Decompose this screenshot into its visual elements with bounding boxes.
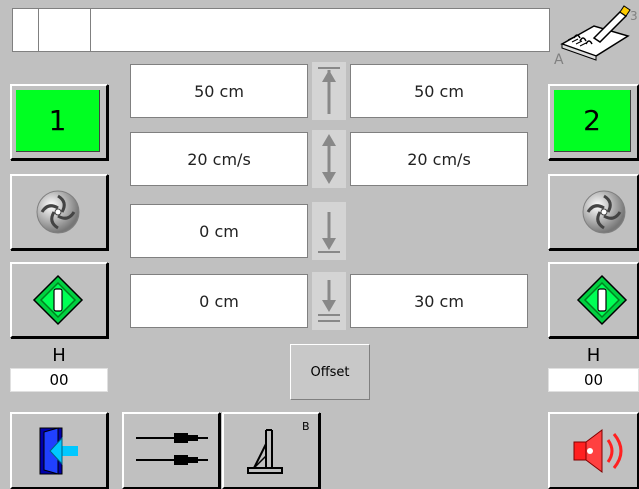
field-row4-left[interactable]: 0 cm bbox=[130, 274, 308, 328]
title-cell-2 bbox=[39, 9, 91, 51]
cables-button[interactable] bbox=[122, 412, 220, 489]
field-row2-left[interactable]: 20 cm/s bbox=[130, 132, 308, 186]
arrow-to-top-icon bbox=[312, 62, 346, 120]
channel-1-label: 1 bbox=[48, 104, 67, 137]
diamond-start-icon bbox=[32, 274, 84, 326]
offset-button[interactable]: Offset bbox=[290, 344, 370, 400]
h-label-left: H bbox=[52, 345, 66, 366]
field-row4-right[interactable]: 30 cm bbox=[350, 274, 528, 328]
title-bar bbox=[12, 8, 550, 52]
field-row1-left[interactable]: 50 cm bbox=[130, 64, 308, 118]
diamond-start-icon bbox=[576, 274, 628, 326]
field-row3-left[interactable]: 0 cm bbox=[130, 204, 308, 258]
spiral-disc-icon bbox=[34, 188, 82, 236]
stand-button[interactable]: B bbox=[222, 412, 320, 489]
start-button-left[interactable] bbox=[10, 262, 108, 338]
field-row1-right[interactable]: 50 cm bbox=[350, 64, 528, 118]
cable-connectors-icon bbox=[134, 430, 210, 470]
spiral-disc-icon bbox=[580, 188, 628, 236]
title-cell-1 bbox=[13, 9, 39, 51]
svg-text:3: 3 bbox=[630, 9, 638, 23]
speaker-alarm-icon bbox=[568, 424, 628, 478]
notepad-pen-icon[interactable]: A 3 bbox=[554, 4, 638, 66]
h-label-right: H bbox=[586, 345, 601, 366]
arrow-both-icon bbox=[312, 130, 346, 188]
channel-2-button[interactable]: 2 bbox=[548, 84, 639, 160]
b-superscript: B bbox=[302, 420, 310, 433]
channel-1-button[interactable]: 1 bbox=[10, 84, 108, 160]
arrow-down-icon bbox=[312, 202, 346, 260]
start-button-right[interactable] bbox=[548, 262, 639, 338]
alarm-button[interactable] bbox=[548, 412, 639, 489]
stand-b-icon bbox=[244, 422, 304, 480]
h-value-left: 00 bbox=[10, 368, 108, 392]
exit-button[interactable] bbox=[10, 412, 108, 489]
h-value-right: 00 bbox=[548, 368, 639, 392]
arrow-down-line-icon bbox=[312, 272, 346, 330]
field-row2-right[interactable]: 20 cm/s bbox=[350, 132, 528, 186]
exit-door-icon bbox=[36, 424, 84, 478]
svg-text:A: A bbox=[554, 52, 564, 66]
rotate-button-left[interactable] bbox=[10, 174, 108, 250]
channel-2-label: 2 bbox=[583, 104, 601, 137]
rotate-button-right[interactable] bbox=[548, 174, 639, 250]
